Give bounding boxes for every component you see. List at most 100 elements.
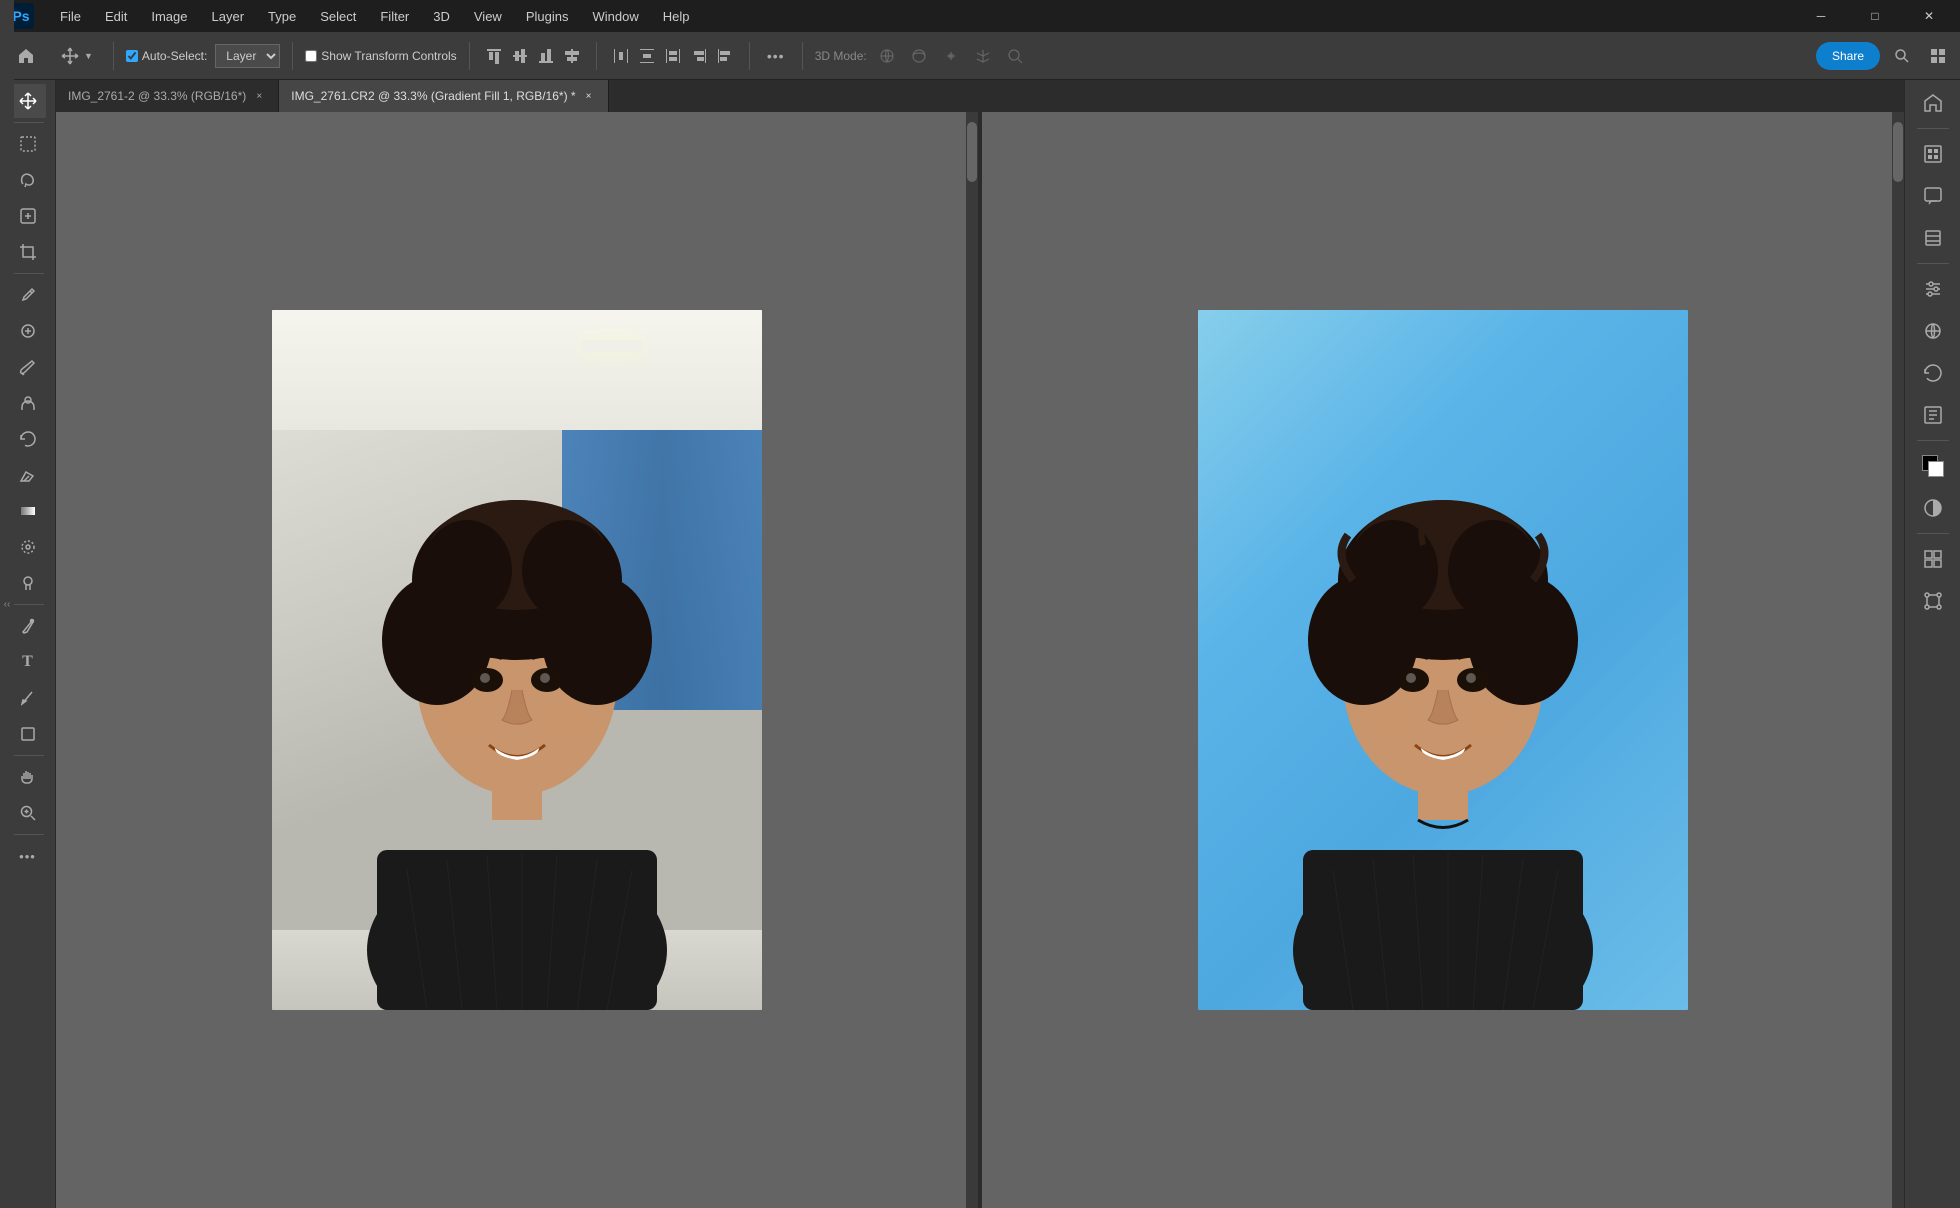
tool-move[interactable] bbox=[10, 84, 46, 118]
autoselect-checkbox[interactable] bbox=[126, 50, 138, 62]
threed-zoom[interactable] bbox=[1003, 44, 1027, 68]
distribute-end[interactable] bbox=[661, 44, 685, 68]
left-scrollbar-thumb[interactable] bbox=[967, 122, 977, 182]
menu-type[interactable]: Type bbox=[258, 5, 306, 28]
menu-edit[interactable]: Edit bbox=[95, 5, 137, 28]
separator-6 bbox=[802, 42, 803, 70]
title-bar: Ps File Edit Image Layer Type Select Fil… bbox=[0, 0, 1960, 32]
doc-tab-1-title: IMG_2761-2 @ 33.3% (RGB/16*) bbox=[68, 89, 246, 103]
tool-marquee[interactable] bbox=[10, 127, 46, 161]
person-figure-left bbox=[347, 370, 687, 1010]
close-button[interactable]: ✕ bbox=[1906, 0, 1952, 32]
panel-layers[interactable] bbox=[1914, 219, 1952, 257]
doc-tab-2[interactable]: IMG_2761.CR2 @ 33.3% (Gradient Fill 1, R… bbox=[279, 80, 608, 112]
doc-tab-1-close[interactable]: × bbox=[252, 89, 266, 103]
align-vcenter[interactable] bbox=[508, 44, 532, 68]
layout-icon[interactable] bbox=[1924, 42, 1952, 70]
tool-gradient[interactable] bbox=[10, 494, 46, 528]
autoselect-label: Auto-Select: bbox=[142, 49, 207, 63]
threed-slide[interactable] bbox=[971, 44, 995, 68]
tool-history-brush[interactable] bbox=[10, 422, 46, 456]
tool-sep-2 bbox=[12, 273, 44, 274]
tool-path-select[interactable] bbox=[10, 681, 46, 715]
share-button[interactable]: Share bbox=[1816, 42, 1880, 70]
minimize-button[interactable]: ─ bbox=[1798, 0, 1844, 32]
layer-select[interactable]: Layer bbox=[215, 44, 280, 68]
left-scrollbar[interactable] bbox=[966, 112, 978, 1208]
tool-sep-3 bbox=[12, 604, 44, 605]
tool-eraser[interactable] bbox=[10, 458, 46, 492]
doc-tab-2-close[interactable]: × bbox=[582, 89, 596, 103]
threed-pan[interactable] bbox=[939, 44, 963, 68]
panel-sep-4 bbox=[1917, 533, 1949, 534]
panel-masks[interactable] bbox=[1914, 489, 1952, 527]
right-photo bbox=[1198, 310, 1688, 1010]
menu-select[interactable]: Select bbox=[310, 5, 366, 28]
panel-effects[interactable] bbox=[1914, 312, 1952, 350]
distribute-v[interactable] bbox=[635, 44, 659, 68]
threed-orbit[interactable] bbox=[907, 44, 931, 68]
options-bar: ▼ Auto-Select: Layer Show Transform Cont… bbox=[0, 32, 1960, 80]
canvas-right[interactable] bbox=[982, 112, 1904, 1208]
panel-sep-3 bbox=[1917, 440, 1949, 441]
transform-label: Show Transform Controls bbox=[321, 49, 456, 63]
canvases-container bbox=[56, 112, 1904, 1208]
panel-paths[interactable] bbox=[1914, 582, 1952, 620]
autoselect-wrap[interactable]: Auto-Select: bbox=[126, 49, 207, 63]
distribute-h[interactable] bbox=[609, 44, 633, 68]
panel-properties[interactable] bbox=[1914, 135, 1952, 173]
align-left[interactable] bbox=[713, 44, 737, 68]
tool-lasso[interactable] bbox=[10, 163, 46, 197]
panel-chat[interactable] bbox=[1914, 177, 1952, 215]
tool-crop[interactable] bbox=[10, 235, 46, 269]
tool-clone[interactable] bbox=[10, 386, 46, 420]
title-bar-right: ─ □ ✕ bbox=[1798, 0, 1952, 32]
right-scrollbar-thumb[interactable] bbox=[1893, 122, 1903, 182]
panel-home[interactable] bbox=[1914, 84, 1952, 122]
tool-hand[interactable] bbox=[10, 760, 46, 794]
search-icon[interactable] bbox=[1888, 42, 1916, 70]
panel-adjustments[interactable] bbox=[1914, 270, 1952, 308]
panel-color-fg[interactable] bbox=[1914, 447, 1952, 485]
canvas-left[interactable] bbox=[56, 112, 982, 1208]
move-tool-dropdown[interactable]: ▼ bbox=[84, 51, 93, 61]
more-options-btn[interactable]: ••• bbox=[762, 42, 790, 70]
menu-layer[interactable]: Layer bbox=[202, 5, 255, 28]
maximize-button[interactable]: □ bbox=[1852, 0, 1898, 32]
menu-help[interactable]: Help bbox=[653, 5, 700, 28]
move-tool-active[interactable]: ▼ bbox=[52, 40, 101, 72]
panel-history[interactable] bbox=[1914, 354, 1952, 392]
threed-rotate[interactable] bbox=[875, 44, 899, 68]
distribute-group bbox=[609, 44, 737, 68]
doc-tab-1[interactable]: IMG_2761-2 @ 33.3% (RGB/16*) × bbox=[56, 80, 279, 112]
menu-3d[interactable]: 3D bbox=[423, 5, 460, 28]
right-scrollbar[interactable] bbox=[1892, 112, 1904, 1208]
align-right[interactable] bbox=[687, 44, 711, 68]
transform-controls-wrap[interactable]: Show Transform Controls bbox=[305, 49, 456, 63]
panel-learning[interactable] bbox=[1914, 396, 1952, 434]
menu-window[interactable]: Window bbox=[582, 5, 648, 28]
tool-more[interactable]: ••• bbox=[10, 839, 46, 873]
menu-view[interactable]: View bbox=[464, 5, 512, 28]
office-light bbox=[582, 340, 642, 352]
tool-sep-4 bbox=[12, 755, 44, 756]
align-bottom[interactable] bbox=[534, 44, 558, 68]
tool-type[interactable]: T bbox=[10, 645, 46, 679]
tool-zoom[interactable] bbox=[10, 796, 46, 830]
tool-blur[interactable] bbox=[10, 530, 46, 564]
tool-dodge[interactable] bbox=[10, 566, 46, 600]
menu-filter[interactable]: Filter bbox=[370, 5, 419, 28]
tool-shape[interactable] bbox=[10, 717, 46, 751]
menu-plugins[interactable]: Plugins bbox=[516, 5, 579, 28]
panel-canvas-adjust[interactable] bbox=[1914, 540, 1952, 578]
menu-file[interactable]: File bbox=[50, 5, 91, 28]
align-top[interactable] bbox=[482, 44, 506, 68]
tool-eyedropper[interactable] bbox=[10, 278, 46, 312]
align-hcenter[interactable] bbox=[560, 44, 584, 68]
menu-image[interactable]: Image bbox=[141, 5, 197, 28]
tool-healing[interactable] bbox=[10, 314, 46, 348]
tool-select-subject[interactable] bbox=[10, 199, 46, 233]
transform-checkbox[interactable] bbox=[305, 50, 317, 62]
tool-brush[interactable] bbox=[10, 350, 46, 384]
tool-pen[interactable] bbox=[10, 609, 46, 643]
